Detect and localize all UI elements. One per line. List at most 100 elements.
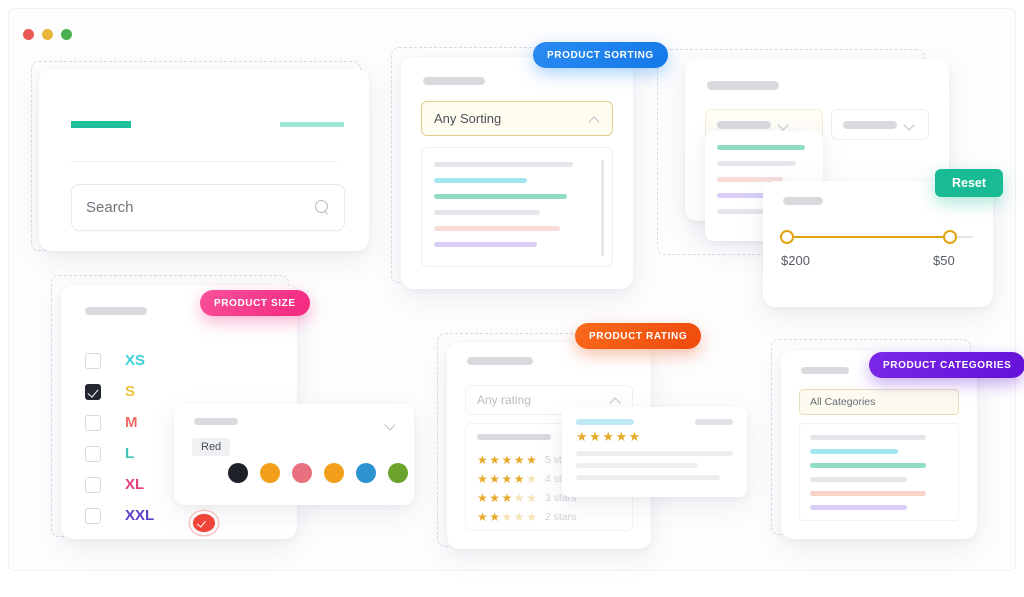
price-slider-fill [783, 236, 949, 238]
color-tooltip: Red [192, 438, 231, 456]
badge-label: PRODUCT SORTING [547, 49, 654, 61]
price-slider-handle-min[interactable] [780, 230, 794, 244]
product-sorting-card: Any Sorting [401, 57, 633, 289]
color-swatch-orange[interactable] [260, 463, 280, 483]
categories-options-panel[interactable] [799, 423, 959, 521]
size-label: XL [125, 476, 145, 493]
scrollbar[interactable] [601, 160, 604, 256]
close-window-icon[interactable] [23, 29, 34, 40]
option-bar[interactable] [434, 162, 574, 167]
sorting-select-value: Any Sorting [434, 111, 502, 126]
chevron-down-icon[interactable] [779, 120, 789, 130]
panel-header-placeholder [477, 434, 551, 440]
card-title-placeholder [85, 307, 147, 315]
category-bar[interactable] [810, 449, 899, 454]
badge-label: PRODUCT RATING [589, 330, 688, 342]
size-option-l[interactable]: L [85, 438, 154, 469]
checkbox-m[interactable] [85, 414, 101, 431]
size-label: XXL [125, 507, 155, 524]
select-value-placeholder [843, 120, 897, 129]
color-swatch-black[interactable] [228, 463, 248, 483]
chevron-down-icon[interactable] [905, 120, 915, 130]
maximize-window-icon[interactable] [61, 29, 72, 40]
category-bar[interactable] [810, 463, 926, 468]
size-option-xs[interactable]: XS [85, 345, 154, 376]
option-bar[interactable] [434, 242, 537, 247]
size-options-list: XS S M L XL XXL [85, 345, 154, 531]
size-option-s[interactable]: S [85, 376, 154, 407]
card-title-placeholder [423, 77, 485, 85]
divider [71, 161, 337, 162]
option-bar[interactable] [717, 161, 796, 166]
color-swatch-blue[interactable] [356, 463, 376, 483]
categories-select[interactable]: All Categories [799, 389, 959, 415]
review-author-placeholder [576, 419, 634, 425]
size-option-m[interactable]: M [85, 407, 154, 438]
secondary-bar [280, 122, 344, 127]
filter-select-second[interactable] [831, 109, 929, 140]
badge-product-sorting: PRODUCT SORTING [533, 42, 668, 68]
color-swatch-amber[interactable] [324, 463, 344, 483]
card-title-placeholder [707, 81, 779, 90]
badge-label: PRODUCT SIZE [214, 297, 296, 309]
badge-product-rating: PRODUCT RATING [575, 323, 702, 349]
checkbox-s[interactable] [85, 383, 101, 400]
category-bar[interactable] [810, 477, 907, 482]
color-swatch-list [192, 463, 408, 533]
search-icon[interactable] [315, 200, 330, 215]
select-value-placeholder [717, 120, 771, 129]
checkbox-xxl[interactable] [85, 507, 101, 524]
size-option-xl[interactable]: XL [85, 469, 154, 500]
sorting-options-panel[interactable] [421, 147, 613, 267]
card-title-placeholder [801, 367, 849, 374]
color-swatch-green[interactable] [388, 463, 408, 483]
option-bar[interactable] [717, 145, 806, 150]
category-bar[interactable] [810, 505, 907, 510]
review-text-line [576, 463, 699, 468]
search-input-wrapper[interactable]: Search [71, 184, 345, 231]
size-label: M [125, 414, 138, 431]
minimize-window-icon[interactable] [42, 29, 53, 40]
checkbox-l[interactable] [85, 445, 101, 462]
review-text-line [576, 475, 721, 480]
accent-bar [71, 121, 131, 128]
search-card: Search [39, 69, 369, 251]
rating-label: 2 stars [544, 510, 577, 523]
category-bar[interactable] [810, 435, 926, 440]
card-title-placeholder [467, 357, 533, 365]
price-slider-handle-max[interactable] [943, 230, 957, 244]
rating-option-2[interactable]: ★ ★ ★ ★ ★ 2 stars [477, 507, 621, 526]
rating-select-value: Any rating [477, 393, 532, 407]
chevron-up-icon[interactable] [590, 114, 600, 124]
size-label: S [125, 383, 136, 400]
chevron-up-icon[interactable] [611, 395, 621, 405]
search-input[interactable]: Search [86, 199, 315, 216]
size-label: L [125, 445, 135, 462]
size-option-xxl[interactable]: XXL [85, 500, 154, 531]
review-text-line [576, 451, 733, 456]
color-swatch-red[interactable] [192, 513, 216, 533]
window-controls [23, 29, 72, 40]
checkbox-xs[interactable] [85, 352, 101, 369]
category-bar[interactable] [810, 491, 926, 496]
star-rating-4: ★ ★ ★ ★ ★ [477, 471, 537, 486]
review-header [576, 419, 733, 425]
review-preview-card: ★ ★ ★ ★ ★ [562, 407, 747, 497]
chevron-down-icon[interactable] [386, 420, 396, 430]
price-min-label: $200 [781, 253, 810, 268]
reset-button[interactable]: Reset [935, 169, 1004, 197]
categories-select-value: All Categories [810, 396, 876, 408]
card-title-placeholder [194, 418, 238, 425]
star-rating-2: ★ ★ ★ ★ ★ [477, 509, 537, 524]
star-rating-5: ★ ★ ★ ★ ★ [477, 452, 537, 467]
sorting-select[interactable]: Any Sorting [421, 101, 613, 136]
color-swatch-pink[interactable] [292, 463, 312, 483]
option-bar[interactable] [434, 194, 567, 199]
browser-window: Search PRODUCT SORTING Any Sorting Reset… [8, 8, 1024, 571]
option-bar[interactable] [434, 178, 527, 183]
option-bar[interactable] [434, 210, 541, 215]
product-categories-card: All Categories [781, 351, 977, 539]
checkbox-xl[interactable] [85, 476, 101, 493]
option-bar[interactable] [434, 226, 561, 231]
card-title-placeholder [783, 197, 823, 205]
